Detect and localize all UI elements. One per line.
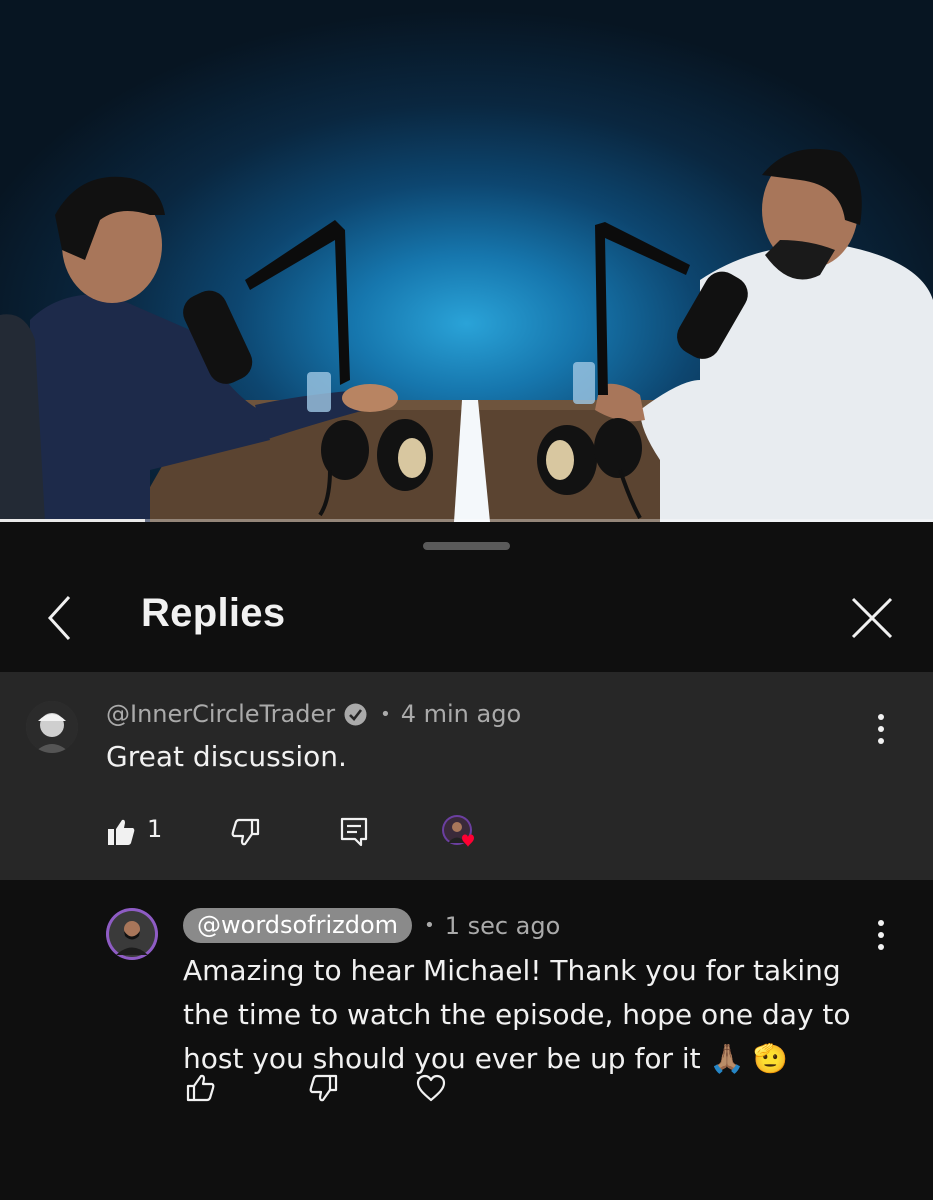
video-progress-fill — [0, 519, 145, 522]
chevron-left-icon — [47, 595, 71, 641]
like-button[interactable] — [186, 1073, 216, 1107]
replies-header: Replies — [0, 563, 933, 673]
thumbs-down-icon — [231, 818, 260, 846]
thumbs-up-icon — [186, 1074, 215, 1102]
separator-dot: • — [380, 703, 391, 725]
comment-time: 4 min ago — [400, 700, 522, 728]
close-icon — [851, 597, 893, 639]
more-options-button[interactable] — [866, 709, 896, 749]
heart-button[interactable] — [415, 1073, 447, 1107]
dislike-button[interactable] — [230, 817, 260, 851]
video-progress-bar[interactable] — [0, 519, 933, 522]
avatar[interactable] — [26, 701, 78, 753]
comment-author[interactable]: @InnerCircleTrader — [106, 700, 335, 728]
more-vert-icon — [878, 920, 884, 950]
more-options-button[interactable] — [866, 915, 896, 955]
avatar-image — [26, 701, 78, 753]
more-vert-icon — [878, 714, 884, 744]
dislike-button[interactable] — [308, 1073, 338, 1107]
reply-comment-icon — [340, 817, 368, 847]
close-button[interactable] — [843, 589, 901, 647]
replies-panel: Replies @InnerCircleTrader • 4 min ago G… — [0, 523, 933, 1200]
video-player[interactable] — [0, 0, 933, 522]
thumbs-down-icon — [309, 1074, 338, 1102]
drag-handle[interactable] — [423, 542, 510, 550]
comment-text: Great discussion. — [106, 740, 347, 773]
creator-avatar-heart-icon — [442, 815, 474, 847]
reply-comment: @wordsofrizdom • 1 sec ago Amazing to he… — [0, 880, 933, 1200]
parent-comment: @InnerCircleTrader • 4 min ago Great dis… — [0, 672, 933, 880]
heart-outline-icon — [416, 1074, 446, 1102]
avatar[interactable] — [106, 908, 158, 960]
back-button[interactable] — [30, 589, 88, 647]
comment-time: 1 sec ago — [444, 911, 561, 940]
like-button[interactable] — [106, 817, 136, 851]
reply-button[interactable] — [339, 816, 369, 852]
comment-meta: @InnerCircleTrader • 4 min ago — [106, 700, 521, 728]
creator-heart-badge[interactable] — [440, 813, 480, 853]
comment-author[interactable]: @wordsofrizdom — [183, 908, 413, 943]
panel-title: Replies — [141, 591, 286, 635]
avatar-image — [106, 908, 158, 960]
verified-icon — [344, 703, 367, 725]
comment-meta: @wordsofrizdom • 1 sec ago — [183, 908, 560, 943]
like-count: 1 — [147, 815, 163, 843]
thumbs-up-filled-icon — [108, 819, 135, 845]
separator-dot: • — [424, 915, 435, 936]
comment-text: Amazing to hear Michael! Thank you for t… — [183, 954, 851, 1075]
video-frame — [0, 148, 933, 522]
